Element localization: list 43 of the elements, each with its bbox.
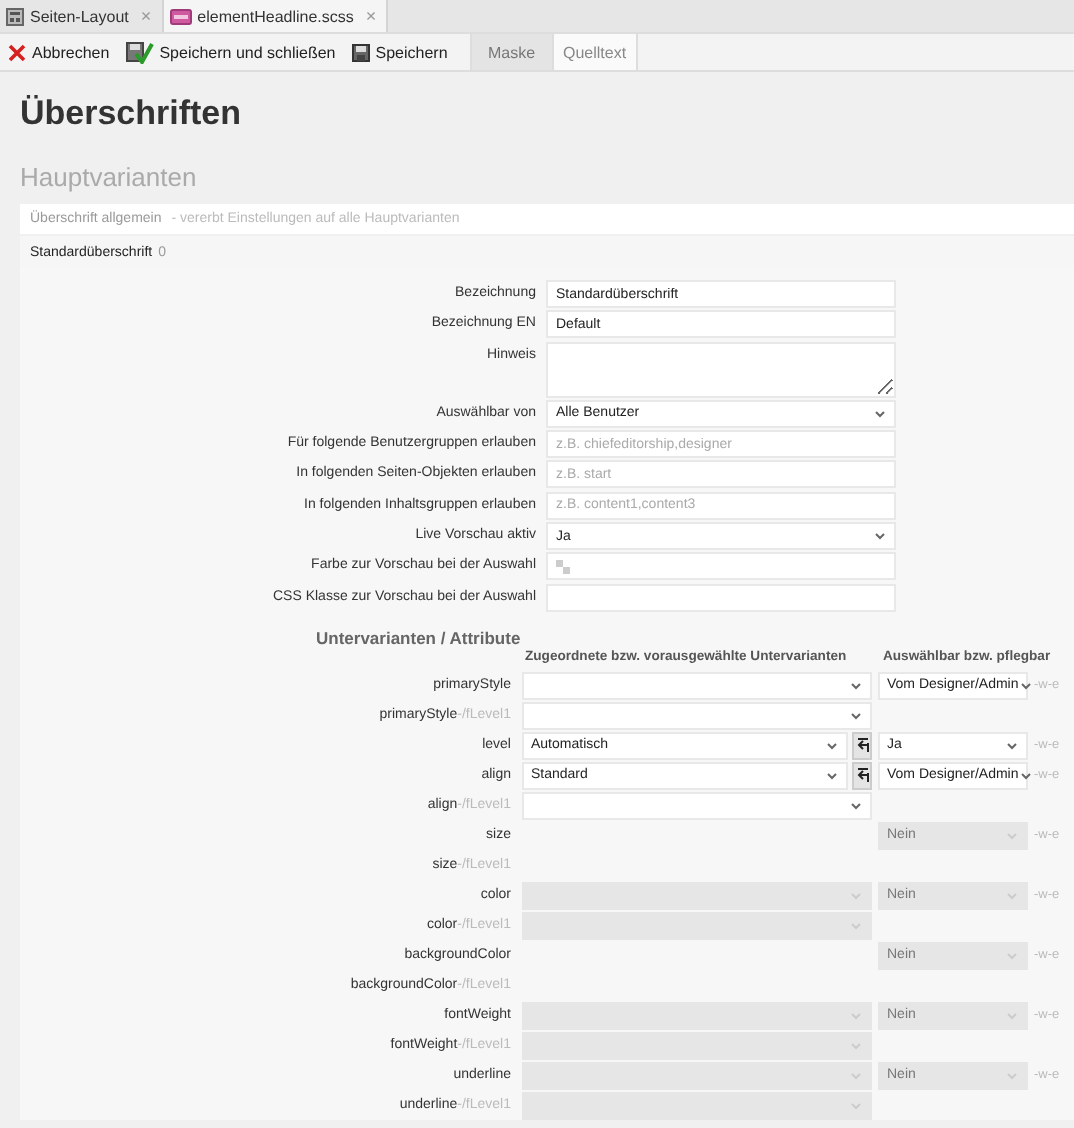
toolbar-button[interactable]: Speichern und schließen [117, 34, 344, 70]
select-field[interactable] [521, 791, 872, 820]
chevron-down-icon [850, 1071, 862, 1080]
chevron-down-icon [1005, 831, 1017, 840]
chevron-down-icon [1005, 1011, 1017, 1020]
chevron-down-icon [1005, 741, 1017, 750]
toolbar-button[interactable]: Abbrechen [0, 34, 118, 70]
color-field[interactable] [546, 552, 896, 581]
reset-button[interactable] [852, 731, 872, 760]
chevron-down-icon [1005, 891, 1017, 900]
close-icon [8, 43, 26, 61]
save-check-icon [125, 41, 154, 63]
chevron-down-icon [1005, 1071, 1017, 1080]
file-icon [169, 7, 192, 25]
select-field[interactable] [521, 671, 872, 700]
checker-swatch-icon [556, 559, 570, 574]
chevron-down-icon [850, 1041, 862, 1050]
section-heading: Untervarianten / Attribute [316, 627, 523, 650]
chevron-down-icon [874, 409, 886, 418]
document-tab[interactable]: elementHeadline.scss × [163, 0, 389, 32]
grid-icon [6, 7, 24, 25]
arrow-icon [855, 737, 869, 754]
chevron-down-icon [850, 1011, 862, 1020]
view-tab[interactable]: Maske [469, 34, 554, 70]
text-area[interactable] [546, 341, 896, 398]
toolbar-button[interactable]: Speichern [343, 34, 456, 70]
chevron-down-icon [850, 711, 862, 720]
chevron-down-icon [825, 741, 837, 750]
chevron-down-icon [850, 681, 862, 690]
chevron-down-icon [1020, 681, 1033, 690]
chevron-down-icon [850, 891, 862, 900]
chevron-down-icon [850, 801, 862, 810]
chevron-down-icon [850, 1101, 862, 1110]
chevron-down-icon [1005, 951, 1017, 960]
select-field[interactable] [521, 701, 872, 730]
section-title: Hauptvarianten [20, 162, 199, 194]
chevron-down-icon [850, 921, 862, 930]
chevron-down-icon [1020, 771, 1033, 780]
page-title: Überschriften [20, 94, 244, 136]
reset-button[interactable] [852, 761, 872, 790]
chevron-down-icon [874, 532, 886, 541]
arrow-icon [855, 767, 869, 784]
chevron-down-icon [825, 771, 837, 780]
